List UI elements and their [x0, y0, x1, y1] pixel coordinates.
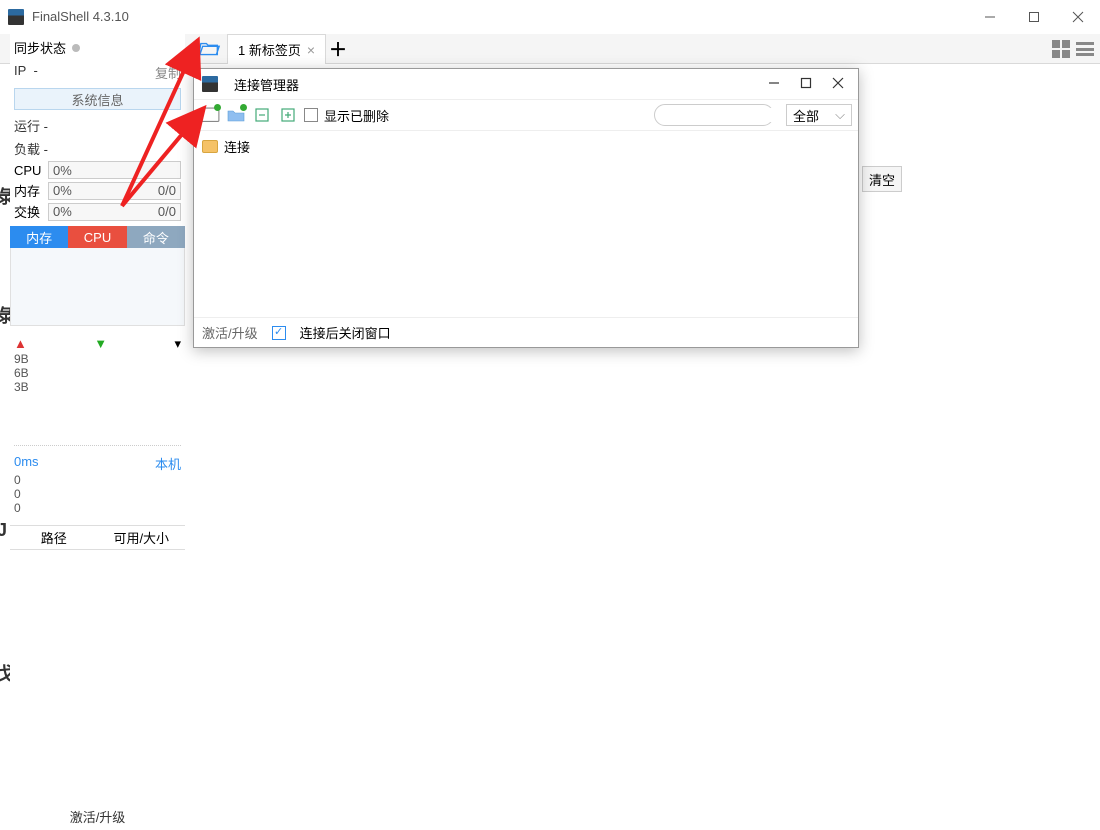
copy-ip-button[interactable]: 复制	[155, 63, 181, 82]
folder-icon	[202, 140, 218, 153]
new-connection-button[interactable]	[200, 105, 220, 125]
close-button[interactable]	[1056, 0, 1100, 34]
monitor-tab-mem[interactable]: 内存	[10, 226, 68, 248]
app-icon	[8, 9, 24, 25]
clear-button[interactable]: 清空	[862, 166, 902, 192]
tree-root-item[interactable]: 连接	[202, 137, 850, 156]
add-tab-button[interactable]: ＋	[326, 34, 350, 63]
dialog-icon	[202, 76, 218, 92]
activate-upgrade-link[interactable]: 激活/升级	[10, 807, 185, 826]
ip-label: IP	[14, 63, 26, 78]
sync-status-dot	[72, 44, 80, 52]
swap-meter: 0%0/0	[48, 203, 181, 221]
cpu-meter: 0%	[48, 161, 181, 179]
net-chart	[14, 394, 181, 446]
filter-dropdown[interactable]: 全部 ⌵	[786, 104, 852, 126]
dialog-maximize-button[interactable]	[800, 77, 812, 92]
connection-tree[interactable]: 连接	[194, 131, 858, 317]
show-deleted-label: 显示已删除	[324, 106, 389, 125]
tree-root-label: 连接	[224, 137, 250, 156]
minimize-button[interactable]	[968, 0, 1012, 34]
upload-arrow-icon: ▲	[14, 336, 27, 352]
ping-host[interactable]: 本机	[155, 454, 181, 473]
dialog-footer: 激活/升级 连接后关闭窗口	[194, 317, 858, 347]
connection-manager-dialog: 连接管理器 显示已删除 全部 ⌵	[193, 68, 859, 348]
uptime-label: 运行 -	[14, 116, 48, 135]
disk-table-header: 路径 可用/大小	[10, 525, 185, 550]
ping-ms: 0ms	[14, 454, 39, 473]
system-info-button[interactable]: 系统信息	[14, 88, 181, 110]
dialog-title: 连接管理器	[234, 75, 299, 94]
maximize-button[interactable]	[1012, 0, 1056, 34]
main-titlebar: FinalShell 4.3.10	[0, 0, 1100, 34]
monitor-tab-cmd[interactable]: 命令	[127, 226, 185, 248]
disk-col-path[interactable]: 路径	[10, 526, 98, 549]
monitor-tab-cpu[interactable]: CPU	[68, 226, 126, 248]
mem-meter: 0%0/0	[48, 182, 181, 200]
net-y-6b: 6B	[14, 366, 181, 380]
dialog-minimize-button[interactable]	[768, 77, 780, 92]
open-connection-manager-button[interactable]	[193, 34, 227, 63]
expand-all-button[interactable]	[278, 105, 298, 125]
collapse-all-button[interactable]	[252, 105, 272, 125]
swap-label: 交换	[14, 202, 44, 221]
net-y-9b: 9B	[14, 352, 181, 366]
new-folder-button[interactable]	[226, 105, 246, 125]
footer-activate-link[interactable]: 激活/升级	[202, 323, 258, 342]
load-label: 负载 -	[14, 139, 48, 158]
list-view-icon[interactable]	[1076, 40, 1094, 58]
cpu-label: CPU	[14, 163, 44, 178]
filter-value: 全部	[793, 106, 819, 125]
net-y-3b: 3B	[14, 380, 181, 394]
chevron-down-icon: ⌵	[835, 107, 845, 123]
ping-v1: 0	[14, 487, 181, 501]
mem-label: 内存	[14, 181, 44, 200]
tab-new[interactable]: 1 新标签页 ×	[227, 34, 326, 64]
close-after-connect-checkbox[interactable]	[272, 326, 286, 340]
grid-view-icon[interactable]	[1052, 40, 1070, 58]
net-menu-caret-icon[interactable]: ▾	[174, 336, 181, 352]
tab-close-icon[interactable]: ×	[307, 43, 315, 57]
search-input-wrapper[interactable]	[654, 104, 774, 126]
tab-label: 1 新标签页	[238, 40, 301, 59]
sync-status-label: 同步状态	[14, 38, 66, 57]
dialog-close-button[interactable]	[832, 77, 844, 92]
show-deleted-checkbox[interactable]	[304, 108, 318, 122]
ping-v0: 0	[14, 473, 181, 487]
disk-col-free[interactable]: 可用/大小	[98, 526, 186, 549]
sidebar: 同步状态 IP - 复制 系统信息 运行 - 负载 - CPU0% 内存0%0/…	[10, 34, 185, 830]
monitor-chart	[10, 248, 185, 326]
app-title: FinalShell 4.3.10	[32, 9, 129, 24]
ping-v2: 0	[14, 501, 181, 515]
dialog-toolbar: 显示已删除 全部 ⌵	[194, 99, 858, 131]
ip-value: -	[34, 63, 38, 78]
download-arrow-icon: ▼	[94, 336, 107, 352]
edge-crop: J	[0, 520, 7, 541]
dialog-titlebar[interactable]: 连接管理器	[194, 69, 858, 99]
close-after-connect-label: 连接后关闭窗口	[300, 323, 391, 342]
monitor-tabs: 内存 CPU 命令	[10, 226, 185, 248]
